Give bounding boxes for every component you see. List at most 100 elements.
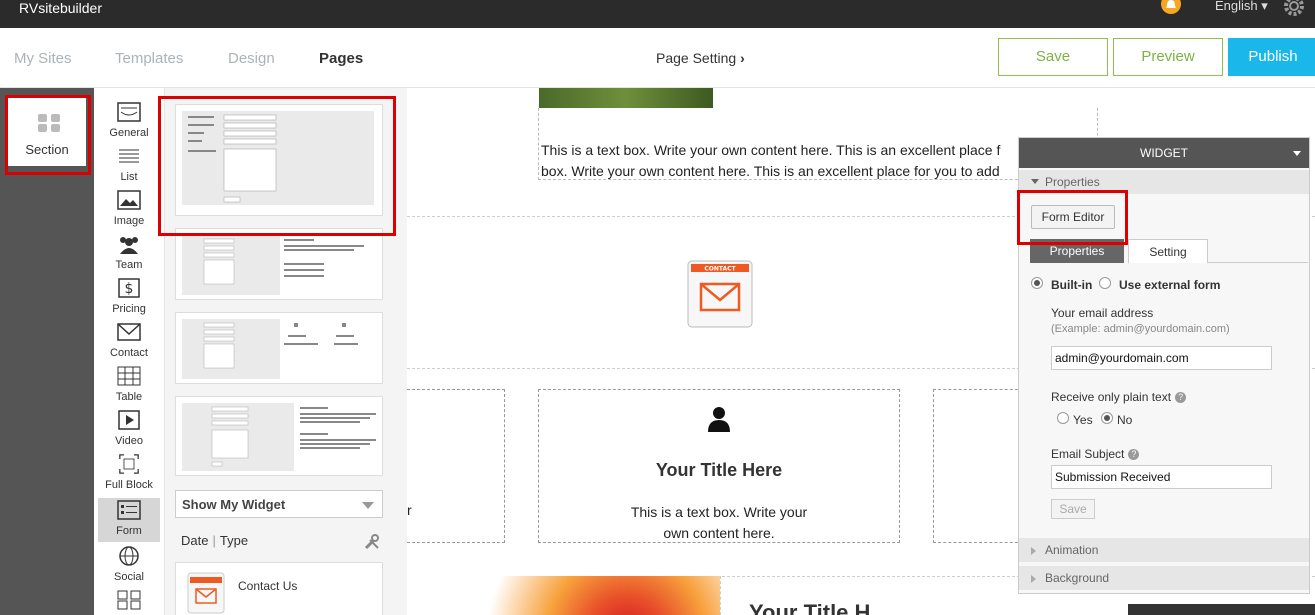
- main-nav: My Sites Templates Design Pages Page Set…: [0, 28, 1315, 88]
- highlight-section: [5, 95, 91, 175]
- category-video[interactable]: Video: [98, 408, 160, 452]
- category-more[interactable]: [98, 588, 160, 615]
- form-preview-2: [182, 235, 364, 295]
- category-social[interactable]: Social: [98, 544, 160, 588]
- help-icon[interactable]: ?: [1175, 392, 1187, 403]
- category-label: Table: [115, 391, 143, 403]
- chevron-down-icon: [362, 502, 374, 509]
- form-widget-thumbnail-4[interactable]: [175, 396, 383, 476]
- form-preview-3: [182, 319, 358, 379]
- accordion-animation[interactable]: Animation: [1019, 538, 1309, 562]
- my-widget-item[interactable]: Contact Us: [175, 562, 383, 615]
- accordion-label: Background: [1045, 571, 1110, 585]
- accordion-label: Properties: [1045, 175, 1100, 189]
- yes-label: Yes: [1073, 413, 1093, 427]
- image-icon: [117, 190, 141, 210]
- category-label: Video: [115, 435, 143, 447]
- panel-save-button[interactable]: Save: [1051, 499, 1095, 519]
- plain-text-label-text: Receive only plain text: [1051, 390, 1172, 404]
- widget-panel-title: WIDGET: [1140, 146, 1188, 160]
- column-text-2: own content here.: [663, 525, 775, 541]
- category-team[interactable]: Team: [98, 232, 160, 276]
- widget-panel-header[interactable]: WIDGET: [1019, 138, 1309, 168]
- bottom-toolbar[interactable]: [1128, 604, 1315, 615]
- language-selector[interactable]: English ▾: [1215, 0, 1268, 14]
- help-icon[interactable]: ?: [1128, 449, 1140, 460]
- page-setting-link[interactable]: Page Setting ›: [656, 50, 745, 66]
- category-label: Image: [113, 215, 145, 227]
- category-contact[interactable]: Contact: [98, 320, 160, 364]
- globe-icon: [119, 546, 139, 566]
- tab-setting[interactable]: Setting: [1128, 239, 1208, 263]
- gear-icon[interactable]: [1282, 0, 1306, 18]
- caret-down-icon[interactable]: [1293, 151, 1301, 156]
- team-icon: [120, 237, 138, 254]
- notification-bell-icon[interactable]: [1160, 0, 1182, 16]
- external-form-label: Use external form: [1119, 278, 1221, 292]
- save-button[interactable]: Save: [998, 38, 1108, 76]
- category-list[interactable]: List: [98, 144, 160, 188]
- external-form-radio[interactable]: [1099, 277, 1111, 289]
- text-box[interactable]: This is a text box. Write your own conte…: [538, 108, 1098, 180]
- plain-text-no-radio[interactable]: [1101, 412, 1113, 424]
- fruit-image[interactable]: [407, 576, 720, 615]
- tab-templates[interactable]: Templates: [115, 50, 183, 67]
- highlight-form-editor: [1017, 190, 1128, 245]
- text-line-1: This is a text box. Write your own conte…: [541, 142, 1001, 158]
- preview-button[interactable]: Preview: [1113, 38, 1223, 76]
- brand-logo[interactable]: RVsitebuilder: [19, 0, 102, 16]
- column-right[interactable]: [933, 389, 1023, 543]
- show-my-widget-dropdown[interactable]: Show My Widget: [175, 490, 383, 518]
- column-middle[interactable]: Your Title Here This is a text box. Writ…: [538, 389, 900, 543]
- category-table[interactable]: Table: [98, 364, 160, 408]
- plain-text-yes-radio[interactable]: [1057, 412, 1069, 424]
- column-left[interactable]: r: [407, 389, 505, 543]
- list-icon: [119, 149, 139, 163]
- contact-icon-label: CONTACT: [704, 266, 736, 273]
- grid-icon: [117, 590, 141, 610]
- category-full-block[interactable]: Full Block: [98, 452, 160, 496]
- category-label: List: [120, 171, 138, 183]
- category-label: Full Block: [105, 479, 153, 491]
- column-title: Your Title Here: [655, 460, 783, 480]
- no-label: No: [1117, 413, 1133, 427]
- general-icon: [117, 102, 141, 122]
- subject-label-text: Email Subject: [1051, 447, 1125, 461]
- category-label: Form: [116, 525, 142, 537]
- form-widget-thumbnail-2[interactable]: [175, 228, 383, 300]
- form-widget-thumbnail-3[interactable]: [175, 312, 383, 384]
- top-bar: RVsitebuilder English ▾: [0, 0, 1315, 28]
- category-label: Social: [114, 571, 144, 583]
- email-hint: (Example: admin@yourdomain.com): [1051, 323, 1230, 335]
- landscape-image[interactable]: [539, 88, 713, 108]
- email-field[interactable]: admin@yourdomain.com: [1051, 346, 1272, 370]
- builtin-radio[interactable]: [1031, 277, 1043, 289]
- contact-widget-icon: [187, 572, 225, 614]
- bottom-title: Your Title H: [749, 600, 871, 615]
- filter-type[interactable]: Type: [220, 533, 248, 548]
- play-icon: [118, 410, 140, 430]
- caret-right-icon: [1031, 547, 1036, 555]
- publish-button[interactable]: Publish: [1228, 38, 1315, 76]
- email-label: Your email address: [1051, 306, 1154, 320]
- text-line-2: box. Write your own content here. This i…: [541, 163, 1000, 179]
- dollar-icon: $: [118, 278, 140, 298]
- highlight-form-thumbnail: [158, 96, 396, 236]
- full-block-icon: [119, 454, 139, 474]
- widget-filter: Date | Type: [181, 533, 249, 548]
- tab-underline: [1208, 262, 1308, 263]
- accordion-background[interactable]: Background: [1019, 566, 1309, 590]
- category-pricing[interactable]: $ Pricing: [98, 276, 160, 320]
- tab-pages[interactable]: Pages: [319, 50, 363, 67]
- tab-design[interactable]: Design: [228, 50, 275, 67]
- envelope-icon: [117, 323, 141, 341]
- email-subject-field[interactable]: Submission Received: [1051, 465, 1272, 489]
- filter-date[interactable]: Date: [181, 533, 208, 548]
- table-icon: [117, 366, 141, 386]
- category-image[interactable]: Image: [98, 188, 160, 232]
- category-form[interactable]: Form: [98, 498, 160, 542]
- category-general[interactable]: General: [98, 100, 160, 144]
- tab-my-sites[interactable]: My Sites: [14, 50, 72, 67]
- tools-icon[interactable]: [363, 533, 381, 551]
- contact-envelope-icon[interactable]: CONTACT: [685, 258, 755, 330]
